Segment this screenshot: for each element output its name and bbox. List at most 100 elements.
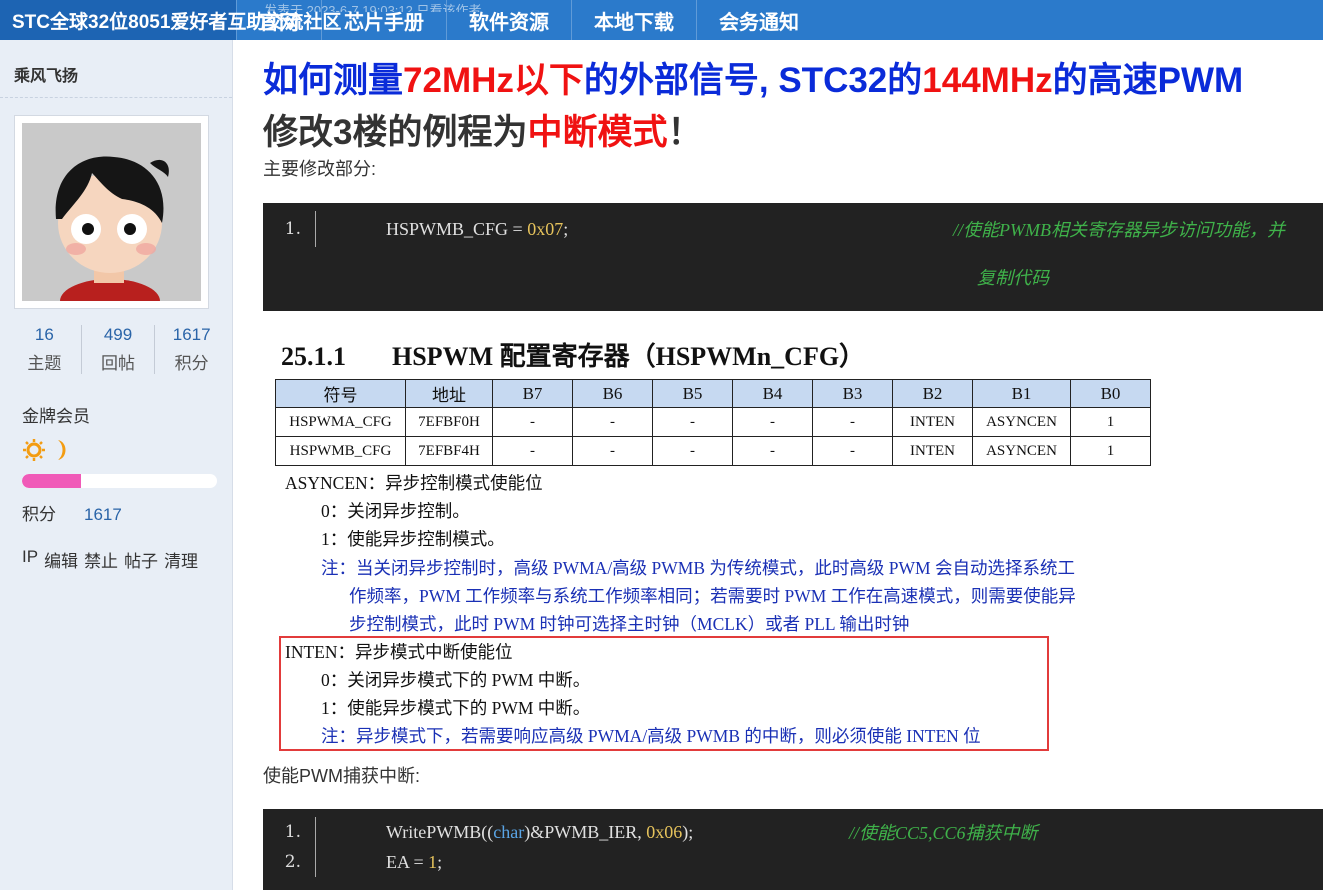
table-cell: -: [572, 436, 653, 466]
nav-item-chip-manual[interactable]: 芯片手册: [321, 0, 446, 40]
table-cell: -: [492, 436, 573, 466]
table-cell: -: [812, 407, 893, 437]
table-cell: HSPWMB_CFG: [275, 436, 406, 466]
avatar-cartoon-image: [22, 123, 201, 301]
title-highlight: 72MHz以下: [403, 61, 584, 100]
asyncen-note-line-3: 步控制模式，此时 PWM 时钟可选择主时钟（MCLK）或者 PLL 输出时钟: [349, 614, 910, 634]
points-row: 积分 1617: [22, 500, 122, 525]
site-brand-link[interactable]: STC全球32位8051爱好者互助交流社区: [0, 0, 341, 40]
code-comment: //使能PWMB相关寄存器异步访问功能，并: [953, 220, 1285, 240]
table-cell: 7EFBF0H: [405, 407, 493, 437]
asyncen-option-0: 0：关闭异步控制。: [321, 501, 470, 521]
table-cell: ASYNCEN: [972, 407, 1071, 437]
stat-replies[interactable]: 499 回帖: [80, 325, 155, 374]
nav-item-software[interactable]: 软件资源: [446, 0, 571, 40]
col-header: B5: [652, 379, 733, 408]
author-username[interactable]: 乘风飞扬: [0, 40, 232, 98]
col-header: B1: [972, 379, 1071, 408]
register-table: 符号 地址 B7 B6 B5 B4 B3 B2 B1 B0 HSPWMA_CFG…: [275, 379, 1151, 466]
table-cell: -: [492, 407, 573, 437]
table-cell: -: [732, 436, 813, 466]
code-text: EA = 1;: [316, 852, 442, 873]
points-label: 积分: [22, 505, 56, 524]
member-level[interactable]: 金牌会员: [22, 402, 90, 427]
capture-intro-text: 使能PWM捕获中断:: [263, 766, 420, 786]
author-sidebar: 乘风飞扬 16 主题 499 回帖 1617 积分 金牌会员 积分 1617 I…: [0, 40, 233, 890]
code-token: ;: [563, 218, 569, 239]
stat-topics[interactable]: 16 主题: [8, 325, 81, 374]
post-content: 如何测量72MHz以下的外部信号, STC32的144MHz的高速PWM 修改3…: [233, 40, 1323, 890]
admin-link-clean[interactable]: 清理: [164, 547, 198, 572]
code-token: WritePWMB((: [386, 821, 494, 842]
title-text: ！: [667, 113, 703, 152]
code-token: ;: [437, 851, 443, 872]
table-cell: -: [732, 407, 813, 437]
stat-replies-label: 回帖: [101, 354, 135, 373]
line-number: 1.: [284, 219, 301, 239]
code-token: );: [682, 821, 694, 842]
level-badges: [22, 438, 72, 462]
code-number: 0x07: [527, 218, 564, 239]
table-cell: 7EFBF4H: [405, 436, 493, 466]
code-token: HSPWMB_CFG =: [386, 218, 528, 239]
code-keyword: char: [493, 821, 525, 842]
nav-item-local-download[interactable]: 本地下载: [571, 0, 696, 40]
section-number: 25.1.1: [281, 342, 346, 371]
code-text: WritePWMB((char)&PWMB_IER, 0x06);: [316, 822, 693, 843]
author-stats: 16 主题 499 回帖 1617 积分: [8, 325, 228, 374]
table-header-row: 符号 地址 B7 B6 B5 B4 B3 B2 B1 B0: [275, 379, 1151, 408]
code-line: 2. EA = 1;: [263, 847, 1323, 877]
table-cell: ASYNCEN: [972, 436, 1071, 466]
code-token: )&PWMB_IER,: [524, 821, 647, 842]
title-text: 的外部信号, STC32的: [583, 61, 923, 100]
code-token: EA =: [386, 851, 429, 872]
table-cell: HSPWMA_CFG: [275, 407, 406, 437]
stat-points-label: 积分: [174, 354, 209, 373]
stat-replies-count: 499: [103, 325, 133, 344]
table-row: HSPWMB_CFG 7EFBF4H - - - - - INTEN ASYNC…: [275, 436, 1151, 466]
asyncen-note-line-1: 注：当关闭异步控制时，高级 PWMA/高级 PWMB 为传统模式，此时高级 PW…: [321, 558, 1075, 578]
title-highlight: 中断模式: [527, 113, 668, 152]
col-header: 地址: [405, 379, 493, 408]
admin-link-ip[interactable]: IP: [22, 547, 38, 572]
code-block-2[interactable]: 1. WritePWMB((char)&PWMB_IER, 0x06); //使…: [263, 809, 1323, 890]
title-text: 修改3楼的例程为: [263, 113, 528, 152]
code-block-1[interactable]: 1. HSPWMB_CFG = 0x07; //使能PWMB相关寄存器异步访问功…: [263, 203, 1323, 311]
code-line: 1. HSPWMB_CFG = 0x07; //使能PWMB相关寄存器异步访问功…: [263, 203, 1323, 255]
points-value: 1617: [84, 505, 122, 524]
table-row: HSPWMA_CFG 7EFBF0H - - - - - INTEN ASYNC…: [275, 407, 1151, 437]
points-progress-fill: [22, 474, 81, 488]
copy-code-link[interactable]: 复制代码: [977, 264, 1049, 290]
admin-links: IP 编辑 禁止 帖子 清理: [22, 547, 198, 572]
code-line: 1. WritePWMB((char)&PWMB_IER, 0x06); //使…: [263, 817, 1323, 847]
title-highlight: 144MHz: [922, 61, 1053, 100]
top-navigation-bar: STC全球32位8051爱好者互助交流社区 官网 芯片手册 软件资源 本地下载 …: [0, 0, 1323, 40]
inten-note: 注：异步模式下，若需要响应高级 PWMA/高级 PWMB 的中断，则必须使能 I…: [321, 726, 981, 746]
col-header: B4: [732, 379, 813, 408]
col-header: B7: [492, 379, 573, 408]
stat-topics-count: 16: [34, 325, 54, 344]
sun-icon: [23, 439, 45, 461]
avatar[interactable]: [14, 115, 209, 309]
col-header: B3: [812, 379, 893, 408]
code-comment: //使能CC5,CC6捕获中断: [849, 823, 1038, 843]
title-text: 的高速PWM: [1052, 61, 1244, 100]
table-cell: 1: [1070, 436, 1151, 466]
stat-points[interactable]: 1617 积分: [154, 325, 228, 374]
inten-option-0: 0：关闭异步模式下的 PWM 中断。: [321, 670, 591, 690]
post-title-line-1: 如何测量72MHz以下的外部信号, STC32的144MHz的高速PWM: [263, 52, 1243, 103]
table-cell: INTEN: [892, 436, 973, 466]
line-number: 2.: [284, 852, 301, 872]
intro-text: 主要修改部分:: [263, 159, 377, 179]
admin-link-edit[interactable]: 编辑: [44, 547, 78, 572]
admin-link-posts[interactable]: 帖子: [124, 547, 158, 572]
table-cell: -: [812, 436, 893, 466]
code-number: 0x06: [646, 821, 683, 842]
admin-link-ban[interactable]: 禁止: [84, 547, 118, 572]
title-text: 如何测量: [263, 61, 404, 100]
nav-item-meeting-notice[interactable]: 会务通知: [696, 0, 821, 40]
table-cell: -: [652, 407, 733, 437]
post-title-line-2: 修改3楼的例程为中断模式！: [263, 104, 703, 155]
nav-item-official-site[interactable]: 官网: [236, 0, 321, 40]
inten-title: INTEN：异步模式中断使能位: [285, 642, 513, 662]
